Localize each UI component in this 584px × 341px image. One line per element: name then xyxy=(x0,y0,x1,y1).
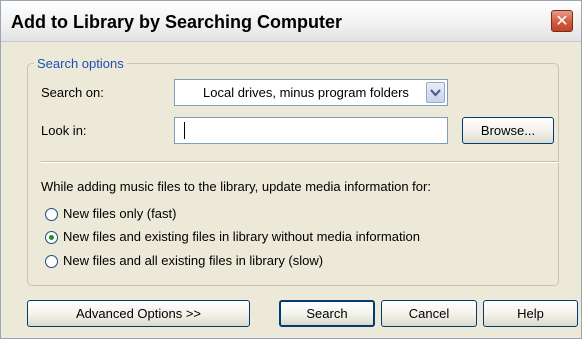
look-in-input[interactable] xyxy=(174,117,448,144)
advanced-options-button[interactable]: Advanced Options >> xyxy=(27,300,250,327)
search-on-value: Local drives, minus program folders xyxy=(203,85,409,100)
cancel-button[interactable]: Cancel xyxy=(381,300,477,327)
help-button-label: Help xyxy=(517,306,544,321)
radio-label: New files and all existing files in libr… xyxy=(63,253,324,268)
browse-button[interactable]: Browse... xyxy=(462,117,554,144)
title-bar[interactable]: Add to Library by Searching Computer ✕ xyxy=(1,1,581,42)
search-button-label: Search xyxy=(306,306,348,321)
dropdown-button[interactable] xyxy=(426,82,445,103)
advanced-options-label: Advanced Options >> xyxy=(75,306,202,321)
chevron-down-icon xyxy=(430,89,441,97)
radio-new-files-only[interactable] xyxy=(45,208,58,221)
close-icon: ✕ xyxy=(555,13,569,30)
dialog-body: Search options Search on: Local drives, … xyxy=(1,42,581,338)
browse-button-label: Browse... xyxy=(480,123,536,138)
update-prompt: While adding music files to the library,… xyxy=(41,179,431,194)
search-on-label: Search on: xyxy=(41,85,104,100)
radio-label: New files and existing files in library … xyxy=(63,229,420,244)
options-divider xyxy=(41,161,559,163)
add-to-library-dialog: Add to Library by Searching Computer ✕ S… xyxy=(0,0,582,339)
search-options-legend: Search options xyxy=(34,56,127,71)
radio-new-and-missing-info[interactable] xyxy=(45,231,58,244)
close-button[interactable]: ✕ xyxy=(551,10,573,32)
cancel-button-label: Cancel xyxy=(408,306,450,321)
radio-new-and-all-existing[interactable] xyxy=(45,255,58,268)
look-in-label: Look in: xyxy=(41,123,87,138)
radio-label: New files only (fast) xyxy=(63,206,177,221)
search-on-dropdown[interactable]: Local drives, minus program folders xyxy=(174,79,448,106)
help-button[interactable]: Help xyxy=(483,300,578,327)
text-caret xyxy=(184,122,185,139)
dialog-title: Add to Library by Searching Computer xyxy=(11,12,343,32)
search-button[interactable]: Search xyxy=(279,300,375,327)
